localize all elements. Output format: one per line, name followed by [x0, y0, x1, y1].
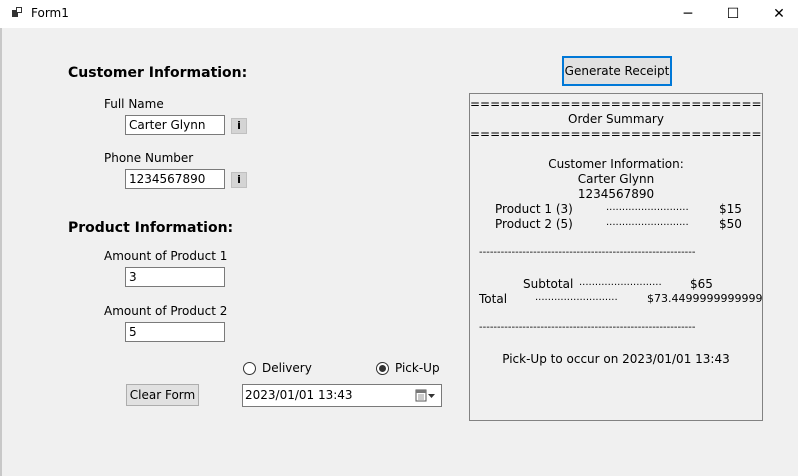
receipt-subtotal-label: Subtotal [523, 277, 574, 291]
receipt-customer-heading: Customer Information: [548, 157, 684, 171]
pickup-label[interactable]: Pick-Up [395, 361, 440, 375]
full-name-label: Full Name [104, 97, 164, 111]
phone-number-label: Phone Number [104, 151, 194, 165]
receipt-separator-top: ================================ [470, 97, 763, 111]
calendar-dropdown-icon[interactable] [415, 389, 437, 402]
receipt-separator-bottom: ================================ [470, 127, 763, 141]
generate-receipt-button[interactable]: Generate Receipt [562, 56, 672, 86]
phone-number-field[interactable]: 1234567890 [125, 169, 225, 189]
receipt-total-value: $73.44999999999999 [647, 292, 763, 305]
receipt-separator-dashes-2: ----------------------------------------… [479, 322, 696, 333]
app-icon [12, 7, 22, 17]
receipt-customer-phone: 1234567890 [577, 187, 655, 201]
clear-form-button[interactable]: Clear Form [126, 384, 199, 406]
amount-product2-label: Amount of Product 2 [104, 304, 228, 318]
delivery-label[interactable]: Delivery [262, 361, 312, 375]
phone-number-info-icon[interactable]: i [231, 172, 247, 188]
receipt-subtotal-value: $65 [690, 277, 713, 291]
receipt-title: Order Summary [568, 112, 664, 126]
receipt-total-dots: .......................... [535, 292, 618, 303]
minimize-button[interactable]: ─ [665, 0, 711, 28]
receipt-product2-dots: .......................... [606, 217, 689, 228]
pickup-datetime-picker[interactable]: 2023/01/01 13:43 [242, 384, 442, 407]
receipt-subtotal-dots: .......................... [579, 277, 662, 288]
full-name-field[interactable]: Carter Glynn [125, 115, 225, 135]
amount-product1-label: Amount of Product 1 [104, 249, 228, 263]
full-name-info-icon[interactable]: i [231, 118, 247, 134]
receipt-product1-label: Product 1 (3) [495, 202, 573, 216]
receipt-pickup-message: Pick-Up to occur on 2023/01/01 13:43 [502, 352, 730, 366]
receipt-separator-dashes-1: ----------------------------------------… [479, 247, 696, 258]
amount-product1-field[interactable]: 3 [125, 267, 225, 287]
receipt-product1-price: $15 [719, 202, 742, 216]
window-left-edge [0, 28, 2, 476]
maximize-button[interactable]: ☐ [710, 0, 756, 28]
receipt-product2-price: $50 [719, 217, 742, 231]
delivery-radio[interactable] [243, 362, 256, 375]
amount-product2-field[interactable]: 5 [125, 322, 225, 342]
window-title: Form1 [31, 6, 69, 20]
receipt-product1-dots: .......................... [606, 202, 689, 213]
product-info-heading: Product Information: [68, 220, 234, 236]
receipt-customer-name: Carter Glynn [577, 172, 655, 186]
close-button[interactable]: ✕ [756, 0, 798, 28]
datetime-value: 2023/01/01 13:43 [245, 388, 353, 402]
pickup-radio[interactable] [376, 362, 389, 375]
receipt-product2-label: Product 2 (5) [495, 217, 573, 231]
receipt-panel: ================================ Order S… [469, 93, 763, 421]
receipt-total-label: Total [479, 292, 508, 306]
customer-info-heading: Customer Information: [68, 65, 248, 81]
